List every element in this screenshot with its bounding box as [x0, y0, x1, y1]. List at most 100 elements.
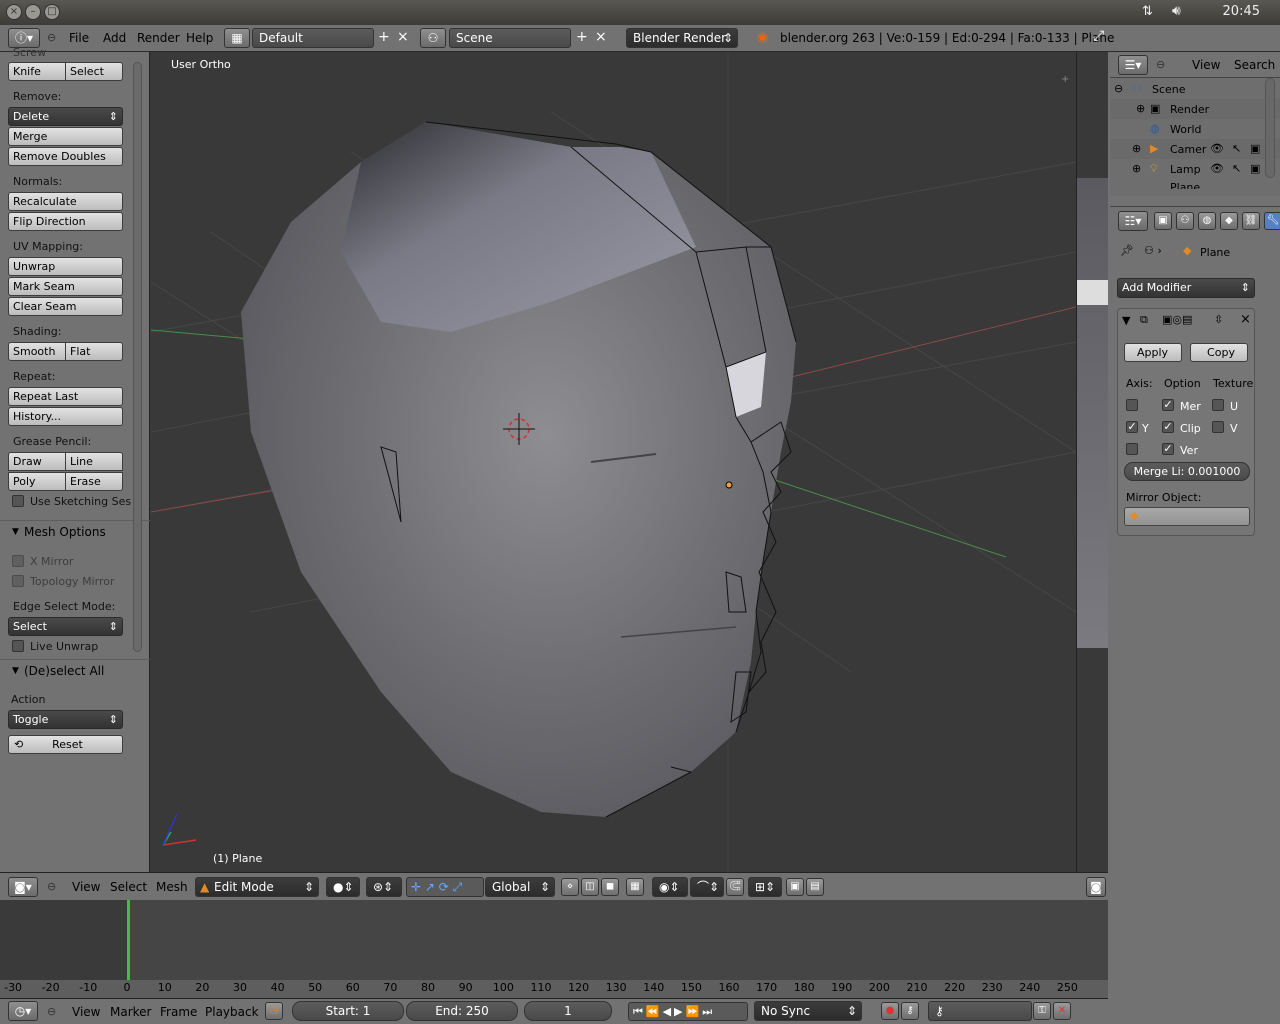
erase-button[interactable]: Erase — [65, 472, 123, 491]
remove-layout-icon[interactable]: × — [397, 29, 409, 45]
fullscreen-icon[interactable]: ⤢ — [1093, 28, 1104, 44]
collapse-menu-icon[interactable]: ⊖ — [47, 880, 56, 893]
mirror-object-field[interactable]: ◆ — [1124, 507, 1250, 526]
viewport-shading-dropdown[interactable]: ●⇕ — [326, 877, 360, 897]
remove-modifier-icon[interactable]: × — [1240, 312, 1251, 327]
timeline-menu-playback[interactable]: Playback — [205, 1005, 259, 1019]
topology-mirror-checkbox[interactable] — [12, 575, 24, 587]
outliner-item-plane[interactable]: Plane — [1110, 179, 1280, 189]
history-button[interactable]: History... — [8, 407, 123, 426]
playback-controls-icons[interactable]: ⏮⏪◀▶⏩⏭ — [628, 1002, 748, 1021]
scene-icon[interactable]: ⚇ — [420, 28, 446, 48]
render-anim-icon[interactable]: ▤ — [806, 878, 824, 896]
3d-viewport[interactable]: User Ortho (1) Plane + — [151, 52, 1076, 872]
modifiers-tab-icon[interactable]: 🔧︎ — [1264, 212, 1280, 230]
limit-selection-icon[interactable]: ▦ — [626, 878, 644, 896]
visibility-eye-icon[interactable]: 👁︎ — [1210, 142, 1224, 155]
action-dropdown[interactable]: Toggle ⇕ — [8, 710, 123, 729]
editor-type-properties-icon[interactable]: ☷▾ — [1118, 211, 1148, 231]
outliner-scrollbar[interactable] — [1265, 78, 1275, 178]
unwrap-button[interactable]: Unwrap — [8, 257, 123, 276]
modifier-visibility-icons[interactable]: ▣◎▤ — [1162, 313, 1192, 326]
merge-limit-field[interactable]: Merge Li: 0.001000 — [1124, 462, 1250, 481]
copy-button[interactable]: Copy — [1190, 343, 1248, 362]
mark-seam-button[interactable]: Mark Seam — [8, 277, 123, 296]
outliner-menu-view[interactable]: View — [1192, 58, 1220, 72]
deselect-all-panel-header[interactable]: ▼ (De)select All — [0, 659, 150, 681]
move-up-down-icon[interactable]: ⇳ — [1214, 313, 1223, 326]
selectable-arrow-icon[interactable]: ↖ — [1232, 162, 1241, 175]
render-tab-icon[interactable]: ▣ — [1154, 212, 1172, 230]
delete-keyframe-icon[interactable]: ✕ — [1053, 1002, 1071, 1020]
collapse-triangle-icon[interactable]: ▼ — [1122, 314, 1130, 327]
scene-tab-icon[interactable]: ⚇ — [1176, 212, 1194, 230]
recalculate-button[interactable]: Recalculate — [8, 192, 123, 211]
pivot-point-dropdown[interactable]: ⊛⇕ — [366, 877, 402, 897]
window-maximize-icon[interactable]: □ — [44, 4, 60, 20]
edge-select-icon[interactable]: ◫ — [581, 878, 599, 896]
collapse-menu-icon[interactable]: ⊖ — [47, 1005, 56, 1018]
reset-button[interactable]: ⟲ Reset — [8, 735, 123, 754]
snap-element-dropdown[interactable]: ⊞⇕ — [748, 877, 782, 897]
renderable-camera-icon[interactable]: ▣ — [1250, 142, 1260, 155]
timeline-menu-view[interactable]: View — [72, 1005, 100, 1019]
face-select-icon[interactable]: ◼ — [601, 878, 619, 896]
render-preview-icon[interactable]: ▣ — [786, 878, 804, 896]
add-modifier-dropdown[interactable]: Add Modifier ⇕ — [1117, 278, 1255, 298]
remove-scene-icon[interactable]: × — [595, 29, 607, 45]
proportional-editing-dropdown[interactable]: ◉⇕ — [652, 877, 688, 897]
transform-orientation-dropdown[interactable]: Global ⇕ — [485, 877, 555, 897]
mesh-menu[interactable]: Mesh — [156, 880, 188, 894]
editor-type-info-icon[interactable]: ⓘ▾ — [8, 28, 40, 48]
selectable-arrow-icon[interactable]: ↖ — [1232, 142, 1241, 155]
renderable-camera-icon[interactable]: ▣ — [1250, 162, 1260, 175]
end-frame-field[interactable]: End: 250 — [406, 1001, 518, 1021]
outliner-item-render[interactable]: ⊕ ▣ Render — [1110, 99, 1280, 119]
collapse-menu-icon[interactable]: ⊖ — [1156, 58, 1165, 71]
pin-icon[interactable]: 📌︎ — [1120, 244, 1134, 257]
preview-range-icon[interactable]: ◷ — [265, 1002, 283, 1020]
secondary-viewport-strip[interactable] — [1076, 52, 1109, 872]
menu-help[interactable]: Help — [186, 31, 213, 45]
timeline-menu-marker[interactable]: Marker — [110, 1005, 151, 1019]
snap-icon[interactable]: 🧲︎ — [726, 878, 744, 896]
use-sketching-checkbox[interactable] — [12, 495, 24, 507]
merge-checkbox[interactable]: ✓ — [1162, 399, 1174, 411]
edge-select-mode-dropdown[interactable]: Select ⇕ — [8, 617, 123, 636]
mode-dropdown[interactable]: ▲ Edit Mode ⇕ — [195, 877, 319, 897]
knife-button[interactable]: Knife — [8, 62, 66, 81]
timeline-menu-frame[interactable]: Frame — [160, 1005, 197, 1019]
corner-widget-icon[interactable]: + — [1061, 74, 1069, 85]
network-icon[interactable]: ⇅ — [1142, 4, 1153, 19]
view-menu[interactable]: View — [72, 880, 100, 894]
select-menu[interactable]: Select — [110, 880, 147, 894]
editor-type-timeline-icon[interactable]: ◷▾ — [8, 1001, 38, 1021]
current-frame-line[interactable] — [127, 900, 130, 980]
scene-field[interactable]: Scene — [449, 28, 571, 48]
manipulator-icons[interactable]: ✛ ↗ ⟳ ⤢ — [406, 877, 484, 897]
outliner-item-scene[interactable]: ⊖ ⚇ Scene — [1110, 79, 1280, 99]
menu-add[interactable]: Add — [103, 31, 126, 45]
timeline-ruler[interactable]: -30 -20 -10 0 10 20 30 40 50 60 70 80 90 100 110 120 130… — [0, 980, 1108, 998]
line-button[interactable]: Line — [65, 452, 123, 471]
object-tab-icon[interactable]: ◆ — [1220, 212, 1238, 230]
insert-keyframe-icon[interactable]: ⚿ — [1033, 1002, 1051, 1020]
vertex-select-icon[interactable]: ⋄ — [561, 878, 579, 896]
vertex-groups-checkbox[interactable]: ✓ — [1162, 443, 1174, 455]
live-unwrap-checkbox[interactable] — [12, 640, 24, 652]
clear-seam-button[interactable]: Clear Seam — [8, 297, 123, 316]
sync-mode-dropdown[interactable]: No Sync ⇕ — [754, 1001, 862, 1021]
x-mirror-checkbox[interactable] — [12, 555, 24, 567]
keying-icon[interactable]: ⚷ — [901, 1002, 919, 1020]
outliner-item-camera[interactable]: ⊕ ▶ Camer 👁︎ ↖ ▣ — [1110, 139, 1280, 159]
draw-button[interactable]: Draw — [8, 452, 66, 471]
tool-shelf-scrollbar[interactable] — [133, 62, 142, 652]
volume-icon[interactable]: 🔊︎ — [1172, 3, 1181, 19]
remove-doubles-button[interactable]: Remove Doubles — [8, 147, 123, 166]
merge-button[interactable]: Merge — [8, 127, 123, 146]
flip-direction-button[interactable]: Flip Direction — [8, 212, 123, 231]
start-frame-field[interactable]: Start: 1 — [292, 1001, 404, 1021]
poly-button[interactable]: Poly — [8, 472, 66, 491]
falloff-dropdown[interactable]: ⌒⇕ — [690, 877, 724, 897]
menu-render[interactable]: Render — [137, 31, 180, 45]
